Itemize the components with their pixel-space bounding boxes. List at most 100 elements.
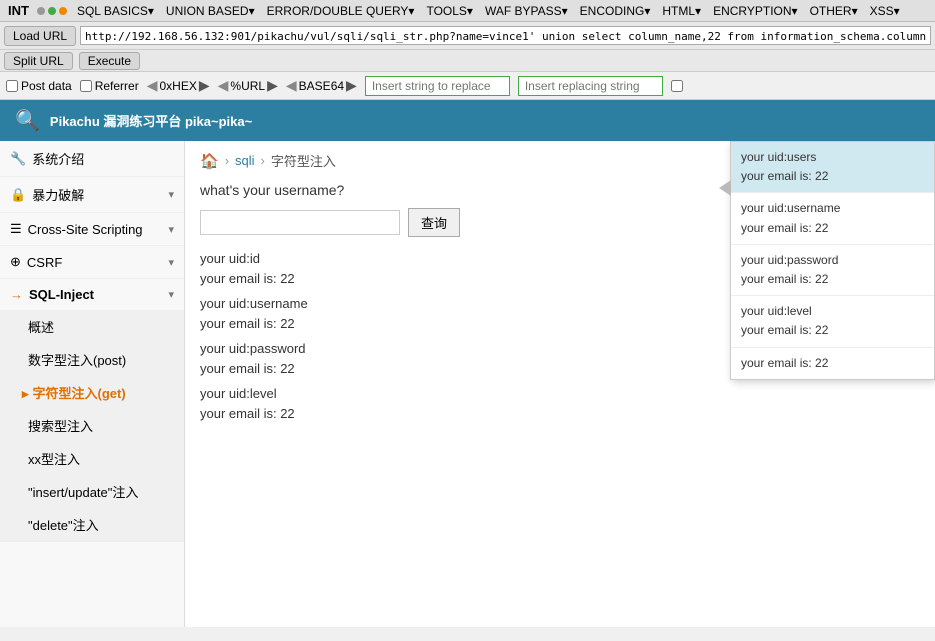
xss-chevron-icon: ▾ xyxy=(168,223,174,236)
sidebar-item-string-get[interactable]: ▸字符型注入(get) xyxy=(0,376,184,409)
sidebar-item-xss[interactable]: ☰ Cross-Site Scripting ▾ xyxy=(0,213,184,245)
dropdown-line-2-1: your uid:username xyxy=(741,199,924,218)
menu-union-based[interactable]: UNION BASED▾ xyxy=(160,2,261,20)
menu-xss[interactable]: XSS▾ xyxy=(864,2,906,20)
sqli-sub-items: 概述 数字型注入(post) ▸字符型注入(get) 搜索型注入 xx型注入 "… xyxy=(0,310,184,541)
sidebar-item-overview[interactable]: 概述 xyxy=(0,310,184,343)
breadcrumb-sep2: › xyxy=(261,153,265,168)
sidebar-section-csrf: ⊕ CSRF ▾ xyxy=(0,246,184,279)
result-email-4: your email is: 22 xyxy=(200,404,920,424)
dropdown-section-4: your uid:level your email is: 22 xyxy=(731,296,934,347)
insert-replace-input[interactable] xyxy=(365,76,510,96)
int-label: INT xyxy=(4,3,33,18)
sidebar: 🔧 系统介绍 🔒 暴力破解 ▾ ☰ Cross-Site Scripting ▾… xyxy=(0,141,185,627)
execute-button[interactable]: Execute xyxy=(79,52,140,70)
lock-icon: 🔒 xyxy=(10,187,26,203)
url-input[interactable] xyxy=(80,26,931,45)
base64-arrow-left: ◀ xyxy=(286,77,297,94)
dropdown-line-3-2: your email is: 22 xyxy=(741,270,924,289)
result-uid-4: your uid:level xyxy=(200,384,920,404)
sidebar-intro-label: 系统介绍 xyxy=(32,149,84,168)
search-icon: 🔍 xyxy=(15,108,40,133)
breadcrumb-sep1: › xyxy=(225,153,229,168)
sidebar-item-brute[interactable]: 🔒 暴力破解 ▾ xyxy=(0,177,184,212)
menu-error-double-query[interactable]: ERROR/DOUBLE QUERY▾ xyxy=(261,2,421,20)
breadcrumb-sqli-link[interactable]: sqli xyxy=(235,153,255,168)
referrer-label: Referrer xyxy=(95,79,139,93)
list-icon: ☰ xyxy=(10,221,22,237)
referrer-item[interactable]: Referrer xyxy=(80,79,139,93)
dropdown-line-1-2: your email is: 22 xyxy=(741,167,924,186)
url-arrow-left: ◀ xyxy=(218,77,229,94)
sidebar-csrf-label: CSRF xyxy=(27,255,62,270)
dropdown-line-2-2: your email is: 22 xyxy=(741,219,924,238)
menu-sql-basics[interactable]: SQL BASICS▾ xyxy=(71,2,160,20)
app-header: 🔍 Pikachu 漏洞练习平台 pika~pika~ xyxy=(0,100,935,141)
breadcrumb-current: 字符型注入 xyxy=(271,151,336,170)
dropdown-line-1-1: your uid:users xyxy=(741,148,924,167)
dropdown-line-5-1: your email is: 22 xyxy=(741,354,924,373)
dropdown-overlay: your uid:users your email is: 22 your ui… xyxy=(730,141,935,380)
sidebar-item-numeric-post[interactable]: 数字型注入(post) xyxy=(0,343,184,376)
hex-arrow-left: ◀ xyxy=(147,77,158,94)
sidebar-section-intro: 🔧 系统介绍 xyxy=(0,141,184,177)
username-input[interactable] xyxy=(200,210,400,235)
menu-other[interactable]: OTHER▾ xyxy=(804,2,864,20)
dropdown-section-3: your uid:password your email is: 22 xyxy=(731,245,934,296)
gear-icon: 🔧 xyxy=(10,151,26,167)
hex-encode-item[interactable]: ◀ 0xHEX ▶ xyxy=(147,77,210,94)
arrow-right-icon: → xyxy=(10,287,23,302)
menu-waf-bypass[interactable]: WAF BYPASS▾ xyxy=(479,2,574,20)
sidebar-item-search[interactable]: 搜索型注入 xyxy=(0,409,184,442)
app-title: Pikachu 漏洞练习平台 pika~pika~ xyxy=(50,111,252,130)
dropdown-line-4-2: your email is: 22 xyxy=(741,321,924,340)
sidebar-item-delete[interactable]: "delete"注入 xyxy=(0,508,184,541)
csrf-icon: ⊕ xyxy=(10,254,21,270)
query-button[interactable]: 查询 xyxy=(408,208,460,237)
sidebar-xss-label: Cross-Site Scripting xyxy=(28,222,143,237)
base64-arrow-right: ▶ xyxy=(346,77,357,94)
sidebar-item-intro[interactable]: 🔧 系统介绍 xyxy=(0,141,184,176)
sidebar-item-csrf[interactable]: ⊕ CSRF ▾ xyxy=(0,246,184,278)
load-url-button[interactable]: Load URL xyxy=(4,26,76,46)
hex-label: 0xHEX xyxy=(160,79,197,93)
brute-chevron-icon: ▾ xyxy=(168,188,174,201)
url-label: %URL xyxy=(230,79,265,93)
referrer-checkbox[interactable] xyxy=(80,80,92,92)
dropdown-line-4-1: your uid:level xyxy=(741,302,924,321)
result-entry-4: your uid:level your email is: 22 xyxy=(200,384,920,423)
post-data-item[interactable]: Post data xyxy=(6,79,72,93)
menu-encryption[interactable]: ENCRYPTION▾ xyxy=(707,2,803,20)
hex-arrow-right: ▶ xyxy=(199,77,210,94)
sidebar-brute-label: 暴力破解 xyxy=(32,185,84,204)
dropdown-line-3-1: your uid:password xyxy=(741,251,924,270)
insert-replacing-input[interactable] xyxy=(518,76,663,96)
sidebar-item-xx[interactable]: xx型注入 xyxy=(0,442,184,475)
base64-label: BASE64 xyxy=(299,79,344,93)
post-data-checkbox[interactable] xyxy=(6,80,18,92)
menu-tools[interactable]: TOOLS▾ xyxy=(420,2,478,20)
sqli-chevron-icon: ▾ xyxy=(168,288,174,301)
split-url-button[interactable]: Split URL xyxy=(4,52,73,70)
sidebar-item-insert-update[interactable]: "insert/update"注入 xyxy=(0,475,184,508)
dropdown-section-5: your email is: 22 xyxy=(731,348,934,379)
post-data-label: Post data xyxy=(21,79,72,93)
base64-encode-item[interactable]: ◀ BASE64 ▶ xyxy=(286,77,357,94)
dropdown-section-1: your uid:users your email is: 22 xyxy=(731,142,934,193)
url-arrow-right: ▶ xyxy=(267,77,278,94)
sidebar-sqli-label: SQL-Inject xyxy=(29,287,94,302)
url-encode-item[interactable]: ◀ %URL ▶ xyxy=(218,77,278,94)
dropdown-section-2: your uid:username your email is: 22 xyxy=(731,193,934,244)
dropdown-arrow xyxy=(719,180,731,196)
menu-encoding[interactable]: ENCODING▾ xyxy=(574,2,657,20)
home-icon: 🏠 xyxy=(200,152,219,170)
sidebar-item-sqli[interactable]: → SQL-Inject ▾ xyxy=(0,279,184,310)
sidebar-section-xss: ☰ Cross-Site Scripting ▾ xyxy=(0,213,184,246)
menu-html[interactable]: HTML▾ xyxy=(656,2,707,20)
csrf-chevron-icon: ▾ xyxy=(168,256,174,269)
replace-checkbox[interactable] xyxy=(671,80,683,92)
active-marker-icon: ▸ xyxy=(22,386,29,401)
sidebar-section-brute: 🔒 暴力破解 ▾ xyxy=(0,177,184,213)
toolbar-dots xyxy=(33,7,71,15)
sidebar-section-sqli: → SQL-Inject ▾ 概述 数字型注入(post) ▸字符型注入(get… xyxy=(0,279,184,542)
